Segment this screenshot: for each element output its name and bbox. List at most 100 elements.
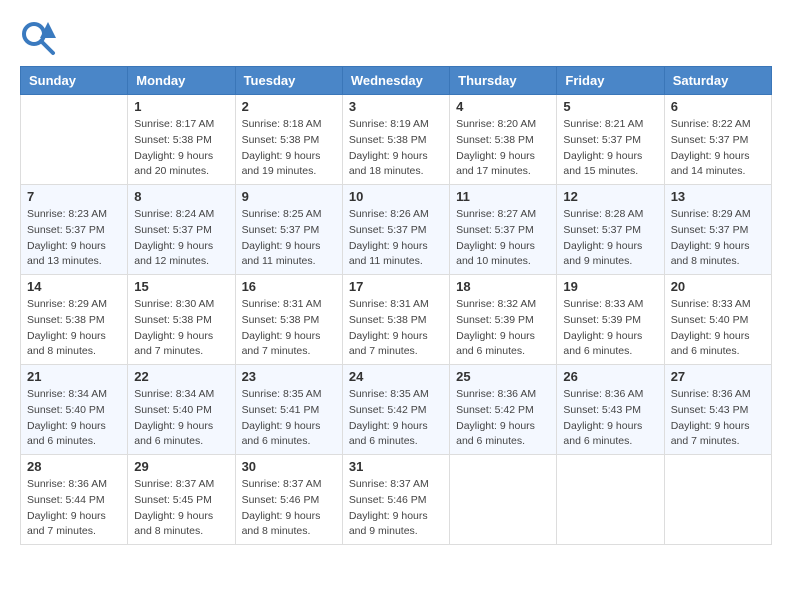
- calendar-cell: 30Sunrise: 8:37 AM Sunset: 5:46 PM Dayli…: [235, 455, 342, 545]
- calendar-cell: 8 Sunrise: 8:24 AM Sunset: 5:37 PM Daylig…: [128, 185, 235, 275]
- day-number: 31: [349, 459, 443, 474]
- day-info: Sunrise: 8:29 AM Sunset: 5:37 PM Dayligh…: [671, 207, 765, 270]
- calendar-cell: 21 Sunrise: 8:34 AM Sunset: 5:40 PM Dayli…: [21, 365, 128, 455]
- calendar-week-row: 1 Sunrise: 8:17 AM Sunset: 5:38 PM Daylig…: [21, 95, 772, 185]
- calendar-cell: 25 Sunrise: 8:36 AM Sunset: 5:42 PM Dayli…: [450, 365, 557, 455]
- day-number: 18: [456, 279, 550, 294]
- calendar-cell: 15Sunrise: 8:30 AM Sunset: 5:38 PM Dayli…: [128, 275, 235, 365]
- logo: [20, 20, 60, 56]
- calendar-cell: 11 Sunrise: 8:27 AM Sunset: 5:37 PM Dayli…: [450, 185, 557, 275]
- calendar-week-row: 28 Sunrise: 8:36 AM Sunset: 5:44 PM Dayli…: [21, 455, 772, 545]
- day-number: 14: [27, 279, 121, 294]
- day-info: Sunrise: 8:31 AM Sunset: 5:38 PM Dayligh…: [349, 297, 443, 360]
- day-info: Sunrise: 8:27 AM Sunset: 5:37 PM Dayligh…: [456, 207, 550, 270]
- day-number: 7: [27, 189, 121, 204]
- calendar-week-row: 14 Sunrise: 8:29 AM Sunset: 5:38 PM Dayli…: [21, 275, 772, 365]
- day-info: Sunrise: 8:29 AM Sunset: 5:38 PM Dayligh…: [27, 297, 121, 360]
- calendar-cell: 14 Sunrise: 8:29 AM Sunset: 5:38 PM Dayli…: [21, 275, 128, 365]
- calendar-cell: 2 Sunrise: 8:18 AM Sunset: 5:38 PM Daylig…: [235, 95, 342, 185]
- day-info: Sunrise: 8:37 AM Sunset: 5:46 PM Dayligh…: [349, 477, 443, 540]
- day-info: Sunrise: 8:37 AM Sunset: 5:46 PM Dayligh…: [242, 477, 336, 540]
- day-info: Sunrise: 8:37 AM Sunset: 5:45 PM Dayligh…: [134, 477, 228, 540]
- calendar-cell: 17 Sunrise: 8:31 AM Sunset: 5:38 PM Dayli…: [342, 275, 449, 365]
- day-number: 13: [671, 189, 765, 204]
- day-info: Sunrise: 8:36 AM Sunset: 5:42 PM Dayligh…: [456, 387, 550, 450]
- day-number: 3: [349, 99, 443, 114]
- day-info: Sunrise: 8:33 AM Sunset: 5:39 PM Dayligh…: [563, 297, 657, 360]
- calendar-cell: 26 Sunrise: 8:36 AM Sunset: 5:43 PM Dayli…: [557, 365, 664, 455]
- weekday-header: Friday: [557, 67, 664, 95]
- day-number: 6: [671, 99, 765, 114]
- calendar-cell: 5Sunrise: 8:21 AM Sunset: 5:37 PM Daylig…: [557, 95, 664, 185]
- day-number: 1: [134, 99, 228, 114]
- calendar-cell: 29 Sunrise: 8:37 AM Sunset: 5:45 PM Dayli…: [128, 455, 235, 545]
- calendar-cell: 12 Sunrise: 8:28 AM Sunset: 5:37 PM Dayli…: [557, 185, 664, 275]
- day-info: Sunrise: 8:33 AM Sunset: 5:40 PM Dayligh…: [671, 297, 765, 360]
- day-number: 21: [27, 369, 121, 384]
- day-number: 4: [456, 99, 550, 114]
- calendar-cell: 1 Sunrise: 8:17 AM Sunset: 5:38 PM Daylig…: [128, 95, 235, 185]
- day-info: Sunrise: 8:31 AM Sunset: 5:38 PM Dayligh…: [242, 297, 336, 360]
- calendar-cell: 6 Sunrise: 8:22 AM Sunset: 5:37 PM Daylig…: [664, 95, 771, 185]
- calendar-cell: 24 Sunrise: 8:35 AM Sunset: 5:42 PM Dayli…: [342, 365, 449, 455]
- day-number: 25: [456, 369, 550, 384]
- calendar-week-row: 21 Sunrise: 8:34 AM Sunset: 5:40 PM Dayli…: [21, 365, 772, 455]
- weekday-header: Sunday: [21, 67, 128, 95]
- day-number: 9: [242, 189, 336, 204]
- weekday-header: Tuesday: [235, 67, 342, 95]
- weekday-header: Monday: [128, 67, 235, 95]
- calendar-cell: 13 Sunrise: 8:29 AM Sunset: 5:37 PM Dayli…: [664, 185, 771, 275]
- day-number: 24: [349, 369, 443, 384]
- day-number: 8: [134, 189, 228, 204]
- calendar-cell: 19Sunrise: 8:33 AM Sunset: 5:39 PM Dayli…: [557, 275, 664, 365]
- day-info: Sunrise: 8:36 AM Sunset: 5:44 PM Dayligh…: [27, 477, 121, 540]
- day-info: Sunrise: 8:32 AM Sunset: 5:39 PM Dayligh…: [456, 297, 550, 360]
- day-info: Sunrise: 8:28 AM Sunset: 5:37 PM Dayligh…: [563, 207, 657, 270]
- calendar-cell: 20Sunrise: 8:33 AM Sunset: 5:40 PM Dayli…: [664, 275, 771, 365]
- day-info: Sunrise: 8:17 AM Sunset: 5:38 PM Dayligh…: [134, 117, 228, 180]
- calendar-cell: 3 Sunrise: 8:19 AM Sunset: 5:38 PM Daylig…: [342, 95, 449, 185]
- day-info: Sunrise: 8:35 AM Sunset: 5:41 PM Dayligh…: [242, 387, 336, 450]
- calendar-cell: 10 Sunrise: 8:26 AM Sunset: 5:37 PM Dayli…: [342, 185, 449, 275]
- day-info: Sunrise: 8:24 AM Sunset: 5:37 PM Dayligh…: [134, 207, 228, 270]
- day-number: 2: [242, 99, 336, 114]
- weekday-header: Thursday: [450, 67, 557, 95]
- weekday-header: Saturday: [664, 67, 771, 95]
- day-number: 29: [134, 459, 228, 474]
- calendar-table: SundayMondayTuesdayWednesdayThursdayFrid…: [20, 66, 772, 545]
- weekday-header: Wednesday: [342, 67, 449, 95]
- day-number: 5: [563, 99, 657, 114]
- day-number: 23: [242, 369, 336, 384]
- day-number: 22: [134, 369, 228, 384]
- calendar-header-row: SundayMondayTuesdayWednesdayThursdayFrid…: [21, 67, 772, 95]
- day-number: 27: [671, 369, 765, 384]
- day-info: Sunrise: 8:35 AM Sunset: 5:42 PM Dayligh…: [349, 387, 443, 450]
- day-info: Sunrise: 8:34 AM Sunset: 5:40 PM Dayligh…: [27, 387, 121, 450]
- calendar-cell: 23 Sunrise: 8:35 AM Sunset: 5:41 PM Dayli…: [235, 365, 342, 455]
- day-number: 28: [27, 459, 121, 474]
- day-info: Sunrise: 8:34 AM Sunset: 5:40 PM Dayligh…: [134, 387, 228, 450]
- day-number: 17: [349, 279, 443, 294]
- calendar-cell: [450, 455, 557, 545]
- day-info: Sunrise: 8:36 AM Sunset: 5:43 PM Dayligh…: [671, 387, 765, 450]
- day-info: Sunrise: 8:20 AM Sunset: 5:38 PM Dayligh…: [456, 117, 550, 180]
- day-number: 12: [563, 189, 657, 204]
- day-info: Sunrise: 8:25 AM Sunset: 5:37 PM Dayligh…: [242, 207, 336, 270]
- day-info: Sunrise: 8:19 AM Sunset: 5:38 PM Dayligh…: [349, 117, 443, 180]
- day-number: 16: [242, 279, 336, 294]
- calendar-cell: 4 Sunrise: 8:20 AM Sunset: 5:38 PM Daylig…: [450, 95, 557, 185]
- day-info: Sunrise: 8:23 AM Sunset: 5:37 PM Dayligh…: [27, 207, 121, 270]
- calendar-cell: [557, 455, 664, 545]
- calendar-cell: 28 Sunrise: 8:36 AM Sunset: 5:44 PM Dayli…: [21, 455, 128, 545]
- day-number: 26: [563, 369, 657, 384]
- day-info: Sunrise: 8:22 AM Sunset: 5:37 PM Dayligh…: [671, 117, 765, 180]
- day-info: Sunrise: 8:26 AM Sunset: 5:37 PM Dayligh…: [349, 207, 443, 270]
- day-info: Sunrise: 8:36 AM Sunset: 5:43 PM Dayligh…: [563, 387, 657, 450]
- day-number: 10: [349, 189, 443, 204]
- day-info: Sunrise: 8:18 AM Sunset: 5:38 PM Dayligh…: [242, 117, 336, 180]
- page-header: [20, 20, 772, 56]
- calendar-cell: 18 Sunrise: 8:32 AM Sunset: 5:39 PM Dayli…: [450, 275, 557, 365]
- day-number: 11: [456, 189, 550, 204]
- calendar-cell: 31 Sunrise: 8:37 AM Sunset: 5:46 PM Dayli…: [342, 455, 449, 545]
- calendar-cell: [664, 455, 771, 545]
